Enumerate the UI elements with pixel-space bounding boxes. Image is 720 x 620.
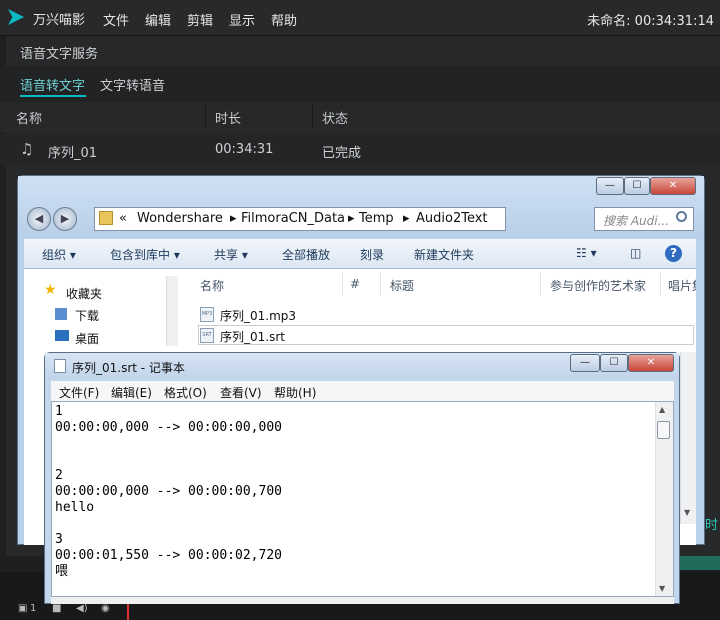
file-name[interactable]: 序列_01.mp3	[220, 307, 296, 324]
column-divider	[660, 272, 661, 296]
column-title[interactable]: 标题	[390, 277, 414, 294]
search-icon[interactable]	[676, 211, 687, 222]
help-icon[interactable]: ?	[665, 245, 682, 262]
column-divider	[540, 272, 541, 296]
breadcrumb-sep: ▸	[230, 211, 237, 226]
column-divider	[342, 272, 343, 296]
panel-edge-text: 时	[705, 518, 719, 533]
play-all-button[interactable]: 全部播放	[282, 246, 330, 263]
notepad-title: 序列_01.srt - 记事本	[72, 361, 185, 375]
organize-button[interactable]: 组织 ▾	[42, 246, 76, 263]
row-name: 序列_01	[48, 146, 98, 161]
file-name[interactable]: 序列_01.srt	[220, 328, 285, 345]
forward-icon[interactable]: ▶	[53, 207, 77, 231]
share-button[interactable]: 共享 ▾	[214, 246, 248, 263]
column-duration[interactable]: 时长	[215, 108, 241, 127]
tab-text-to-speech[interactable]: 文字转语音	[100, 75, 165, 94]
notepad-menu-edit[interactable]: 编辑(E)	[111, 384, 152, 401]
project-timecode: 未命名: 00:34:31:14	[587, 14, 714, 29]
menu-view[interactable]: 显示	[229, 10, 255, 29]
row-duration: 00:34:31	[215, 142, 274, 157]
column-number[interactable]: #	[350, 277, 360, 291]
active-tab-indicator	[20, 95, 86, 97]
breadcrumb-audio2text[interactable]: Audio2Text	[416, 211, 488, 226]
mp3-file-icon: MP3	[200, 307, 214, 322]
breadcrumb-wondershare[interactable]: Wondershare	[137, 211, 223, 226]
breadcrumb-sep: ▸	[348, 211, 355, 226]
tab-speech-to-text[interactable]: 语音转文字	[20, 75, 85, 94]
menu-edit[interactable]: 编辑	[145, 10, 171, 29]
scroll-up-icon[interactable]: ▲	[659, 405, 665, 414]
maximize-button[interactable]: ☐	[624, 177, 650, 195]
timeline-clip[interactable]	[680, 556, 720, 570]
panel-title: 语音文字服务	[20, 47, 99, 62]
nav-desktop[interactable]: 桌面	[75, 330, 99, 347]
table-header	[0, 102, 720, 132]
column-divider	[380, 272, 381, 296]
row-status: 已完成	[322, 146, 362, 161]
column-artists[interactable]: 参与创作的艺术家	[550, 277, 646, 294]
eye-icon[interactable]: ◉	[101, 603, 110, 614]
srt-content[interactable]: 1 00:00:00,000 --> 00:00:00,000 2 00:00:…	[55, 404, 650, 580]
nav-downloads[interactable]: 下载	[75, 307, 99, 324]
notepad-menu-format[interactable]: 格式(O)	[164, 384, 207, 401]
breadcrumb-filmoracn-data[interactable]: FilmoraCN_Data	[241, 211, 345, 226]
folder-icon	[99, 211, 113, 225]
notepad-menu-help[interactable]: 帮助(H)	[274, 384, 316, 401]
menu-help[interactable]: 帮助	[271, 10, 297, 29]
breadcrumb-sep: ▸	[403, 211, 410, 226]
column-album[interactable]: 唱片集	[668, 277, 696, 294]
scroll-down-icon[interactable]: ▼	[684, 508, 690, 517]
column-divider	[205, 104, 206, 128]
track-number: 1	[30, 603, 37, 614]
notepad-bottom-edge	[51, 597, 674, 604]
close-button[interactable]: ✕	[628, 354, 674, 372]
star-icon: ★	[44, 282, 57, 298]
notepad-icon	[54, 359, 66, 373]
column-filename[interactable]: 名称	[200, 277, 224, 294]
video-track-icon[interactable]: ▣	[18, 603, 27, 614]
close-button[interactable]: ✕	[650, 177, 696, 195]
menu-clip[interactable]: 剪辑	[187, 10, 213, 29]
back-icon[interactable]: ◀	[27, 207, 51, 231]
srt-file-icon: SRT	[200, 328, 214, 343]
download-folder-icon	[55, 308, 67, 320]
menu-file[interactable]: 文件	[103, 10, 129, 29]
breadcrumb-temp[interactable]: Temp	[359, 211, 394, 226]
burn-button[interactable]: 刻录	[360, 246, 384, 263]
app-name: 万兴喵影	[33, 13, 86, 28]
breadcrumb-overflow[interactable]: «	[119, 211, 127, 226]
new-folder-button[interactable]: 新建文件夹	[414, 246, 474, 263]
preview-pane-icon[interactable]: ◫	[630, 246, 641, 260]
minimize-button[interactable]: —	[596, 177, 624, 195]
desktop-icon	[55, 330, 69, 341]
scroll-thumb[interactable]	[657, 421, 670, 439]
column-divider	[312, 104, 313, 128]
notepad-menu-file[interactable]: 文件(F)	[59, 384, 99, 401]
scroll-down-icon[interactable]: ▼	[659, 584, 665, 593]
nav-scrollbar[interactable]	[166, 276, 178, 346]
lock-icon[interactable]: ■	[52, 603, 61, 614]
view-options-icon[interactable]: ☷ ▾	[576, 246, 597, 260]
column-status[interactable]: 状态	[322, 108, 348, 127]
speaker-icon[interactable]: ◀)	[76, 603, 88, 614]
minimize-button[interactable]: —	[570, 354, 600, 372]
notepad-menu-view[interactable]: 查看(V)	[220, 384, 262, 401]
maximize-button[interactable]: ☐	[600, 354, 628, 372]
include-in-library-button[interactable]: 包含到库中 ▾	[110, 246, 180, 263]
nav-favorites[interactable]: 收藏夹	[66, 285, 102, 302]
column-name[interactable]: 名称	[16, 108, 42, 127]
explorer-scrollbar[interactable]	[680, 352, 696, 524]
music-note-icon: ♫	[20, 140, 34, 158]
